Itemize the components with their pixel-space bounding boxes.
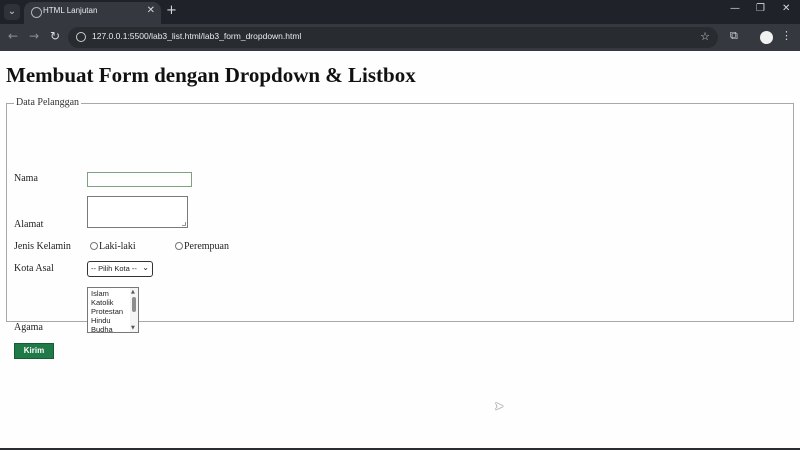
- browser-menu-icon[interactable]: ⋮: [781, 29, 792, 42]
- listbox-option[interactable]: Islam: [91, 289, 109, 298]
- restore-icon[interactable]: ❐: [756, 3, 765, 14]
- listbox-scrollbar[interactable]: ▲ ▼: [130, 288, 138, 332]
- back-arrow-icon[interactable]: ←: [8, 29, 18, 43]
- scroll-thumb[interactable]: [132, 297, 136, 312]
- listbox-option[interactable]: Protestan: [91, 307, 123, 316]
- jenis-kelamin-label: Jenis Kelamin: [14, 241, 71, 252]
- mouse-cursor-icon: ➤: [494, 399, 505, 413]
- fieldset-legend: Data Pelanggan: [14, 97, 82, 108]
- radio-label-laki-laki: Laki-laki: [99, 241, 136, 252]
- resize-grip-icon[interactable]: [182, 222, 186, 226]
- page-content: Membuat Form dengan Dropdown & Listbox D…: [0, 51, 800, 448]
- address-bar[interactable]: 127.0.0.1:5500/lab3_list.html/lab3_form_…: [68, 27, 718, 48]
- agama-label: Agama: [14, 322, 43, 333]
- scroll-up-arrow-icon[interactable]: ▲: [131, 289, 135, 295]
- kota-asal-label: Kota Asal: [14, 263, 54, 274]
- nama-input[interactable]: [87, 172, 192, 187]
- radio-perempuan[interactable]: [175, 242, 183, 250]
- kota-select[interactable]: -- Pilih Kota -- ⌄: [87, 261, 153, 277]
- url-text[interactable]: 127.0.0.1:5500/lab3_list.html/lab3_form_…: [92, 31, 301, 41]
- alamat-label: Alamat: [14, 219, 44, 230]
- page-heading: Membuat Form dengan Dropdown & Listbox: [6, 63, 416, 87]
- browser-tab[interactable]: HTML Lanjutan ✕: [24, 2, 161, 24]
- new-tab-plus-icon[interactable]: +: [166, 3, 177, 18]
- reload-icon[interactable]: ↻: [50, 29, 60, 43]
- listbox-option[interactable]: Budha: [91, 325, 113, 332]
- alamat-textarea[interactable]: [87, 196, 188, 228]
- globe-icon: [31, 7, 42, 18]
- kota-select-value: -- Pilih Kota --: [91, 264, 137, 273]
- forward-arrow-icon[interactable]: →: [29, 29, 39, 43]
- browser-toolbar: ← → ↻ 127.0.0.1:5500/lab3_list.html/lab3…: [0, 24, 800, 51]
- tab-title: HTML Lanjutan: [43, 6, 98, 15]
- listbox-option[interactable]: Katolik: [91, 298, 114, 307]
- close-window-icon[interactable]: ✕: [782, 3, 790, 14]
- customer-fieldset: Data Pelanggan Nama Alamat Jenis Kelamin…: [6, 97, 794, 359]
- agama-listbox[interactable]: Islam Katolik Protestan Hindu Budha ▲ ▼: [87, 287, 139, 333]
- listbox-option[interactable]: Hindu: [91, 316, 111, 325]
- scroll-down-arrow-icon[interactable]: ▼: [131, 325, 135, 331]
- extensions-puzzle-icon[interactable]: ⧉: [730, 29, 738, 43]
- chevron-down-icon: ⌄: [142, 263, 149, 272]
- kirim-button[interactable]: Kirim: [14, 343, 54, 359]
- bookmark-star-icon[interactable]: ☆: [700, 30, 710, 43]
- profile-icon[interactable]: [760, 31, 773, 44]
- radio-label-perempuan: Perempuan: [184, 241, 229, 252]
- tab-close-icon[interactable]: ✕: [147, 5, 155, 16]
- minimize-icon[interactable]: —: [730, 3, 740, 14]
- nama-label: Nama: [14, 173, 38, 184]
- browser-tab-bar: ⌄ HTML Lanjutan ✕ + — ❐ ✕: [0, 0, 800, 24]
- site-info-icon[interactable]: [76, 32, 86, 42]
- tab-search-chevron-down-icon[interactable]: ⌄: [4, 4, 20, 20]
- radio-laki-laki[interactable]: [90, 242, 98, 250]
